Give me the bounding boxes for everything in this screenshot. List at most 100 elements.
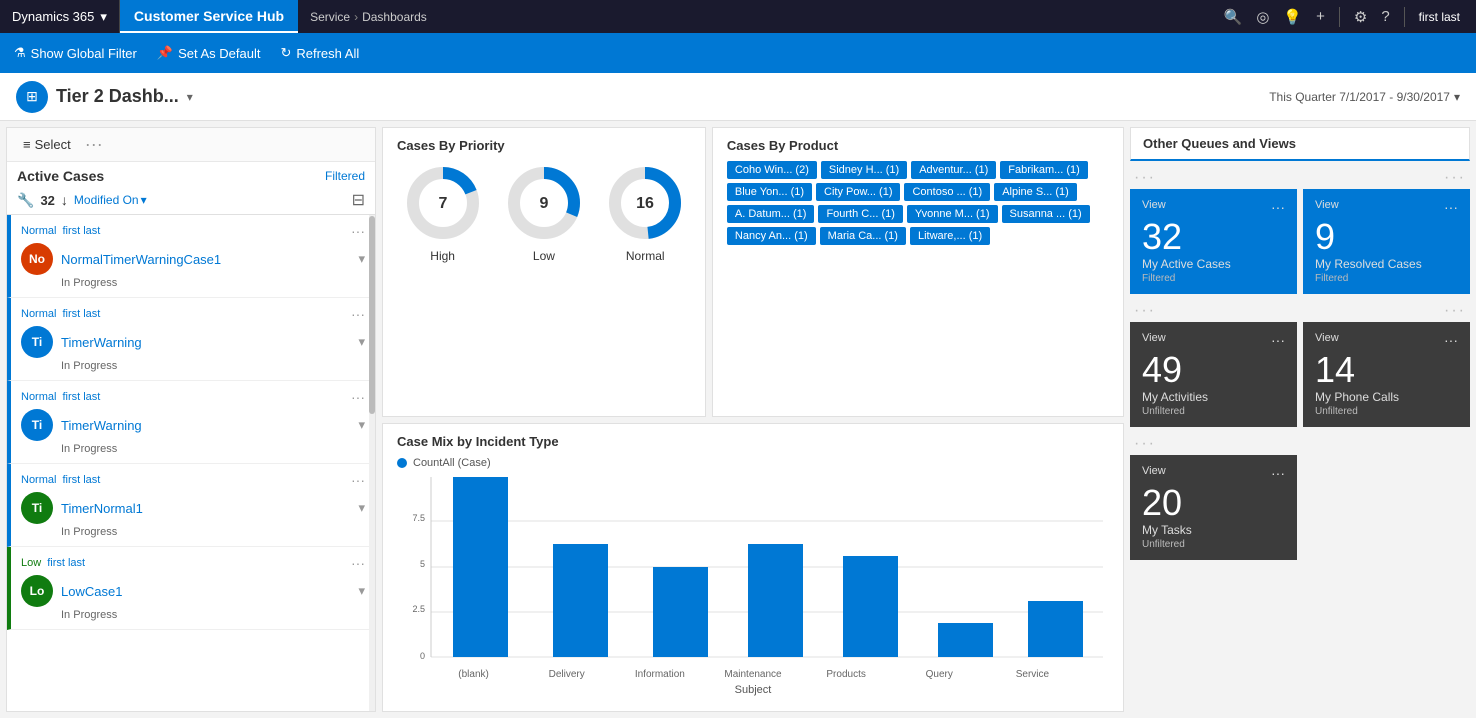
queue-more[interactable]: ··· bbox=[1444, 332, 1458, 348]
case-user[interactable]: first last bbox=[62, 391, 100, 403]
queues-header: Other Queues and Views bbox=[1130, 127, 1470, 161]
case-priority: Normal bbox=[21, 391, 56, 403]
x-label: Information bbox=[613, 669, 706, 680]
add-icon[interactable]: + bbox=[1316, 8, 1325, 25]
user-name[interactable]: first last bbox=[1419, 10, 1460, 24]
dynamics365-chevron[interactable]: ▾ bbox=[100, 9, 107, 25]
refresh-all-btn[interactable]: ↻ Refresh All bbox=[280, 45, 359, 61]
question-icon[interactable]: ? bbox=[1381, 8, 1389, 25]
product-tag[interactable]: A. Datum... (1) bbox=[727, 205, 815, 223]
product-tag[interactable]: Fourth C... (1) bbox=[818, 205, 902, 223]
priority-chart-title: Cases By Priority bbox=[397, 138, 691, 153]
case-name[interactable]: TimerNormal1 bbox=[61, 501, 350, 516]
product-tag[interactable]: Coho Win... (2) bbox=[727, 161, 817, 179]
expand-icon[interactable]: ▾ bbox=[358, 500, 365, 516]
topbar: Dynamics 365 ▾ Customer Service Hub Serv… bbox=[0, 0, 1476, 33]
cases-list: Normal first last ··· No NormalTimerWarn… bbox=[7, 215, 375, 711]
case-name[interactable]: NormalTimerWarningCase1 bbox=[61, 252, 350, 267]
nav-dashboards[interactable]: Dashboards bbox=[362, 10, 427, 24]
dots-left-2: ··· bbox=[1134, 302, 1156, 320]
case-priority: Normal bbox=[21, 308, 56, 320]
bar[interactable] bbox=[1028, 601, 1083, 657]
panel-title-row: Active Cases Filtered bbox=[7, 162, 375, 188]
case-more[interactable]: ··· bbox=[351, 389, 365, 405]
product-tag[interactable]: Adventur... (1) bbox=[911, 161, 996, 179]
bar[interactable] bbox=[553, 544, 608, 657]
set-as-default-btn[interactable]: 📌 Set As Default bbox=[157, 45, 261, 61]
case-name[interactable]: TimerWarning bbox=[61, 335, 350, 350]
legend-dot bbox=[397, 458, 407, 468]
queue-name: My Tasks bbox=[1142, 523, 1285, 537]
view-toggle[interactable]: ⊟ bbox=[352, 190, 365, 210]
case-name[interactable]: LowCase1 bbox=[61, 584, 350, 599]
queue-view[interactable]: View bbox=[1142, 199, 1166, 211]
product-tags: Coho Win... (2) Sidney H... (1) Adventur… bbox=[727, 161, 1109, 245]
right-panel: Other Queues and Views ··· ··· View ··· … bbox=[1130, 127, 1470, 712]
product-tag[interactable]: Susanna ... (1) bbox=[1002, 205, 1090, 223]
cases-by-product-chart: Cases By Product Coho Win... (2) Sidney … bbox=[712, 127, 1124, 417]
product-tag[interactable]: Blue Yon... (1) bbox=[727, 183, 812, 201]
queue-name: My Activities bbox=[1142, 390, 1285, 404]
product-tag[interactable]: Sidney H... (1) bbox=[821, 161, 907, 179]
panel-toolbar-more[interactable]: ··· bbox=[85, 134, 103, 155]
case-user[interactable]: first last bbox=[62, 308, 100, 320]
product-tag[interactable]: Fabrikam... (1) bbox=[1000, 161, 1088, 179]
queue-dots-row-2: ··· ··· bbox=[1130, 300, 1470, 322]
queue-view[interactable]: View bbox=[1315, 332, 1339, 344]
product-tag[interactable]: Nancy An... (1) bbox=[727, 227, 816, 245]
expand-icon[interactable]: ▾ bbox=[358, 583, 365, 599]
queue-more[interactable]: ··· bbox=[1271, 199, 1285, 215]
case-more[interactable]: ··· bbox=[351, 555, 365, 571]
dots-left-3: ··· bbox=[1134, 435, 1156, 453]
queue-more[interactable]: ··· bbox=[1271, 332, 1285, 348]
panel-toolbar: ≡ Select ··· bbox=[7, 128, 375, 162]
queue-view[interactable]: View bbox=[1315, 199, 1339, 211]
product-tag[interactable]: Maria Ca... (1) bbox=[820, 227, 906, 245]
donut-high: 7 High bbox=[403, 163, 483, 263]
svg-text:0: 0 bbox=[420, 651, 425, 661]
avatar: Lo bbox=[21, 575, 53, 607]
case-more[interactable]: ··· bbox=[351, 306, 365, 322]
dynamics365-nav[interactable]: Dynamics 365 ▾ bbox=[8, 0, 120, 33]
queue-more[interactable]: ··· bbox=[1444, 199, 1458, 215]
bar[interactable] bbox=[843, 556, 898, 657]
sort-arrow[interactable]: ↓ bbox=[61, 192, 68, 208]
case-user[interactable]: first last bbox=[47, 557, 85, 569]
select-btn[interactable]: ≡ Select bbox=[17, 134, 77, 155]
queue-view[interactable]: View bbox=[1142, 332, 1166, 344]
product-tag[interactable]: Contoso ... (1) bbox=[904, 183, 990, 201]
recent-icon[interactable]: ◎ bbox=[1256, 8, 1269, 26]
bar[interactable] bbox=[453, 477, 508, 657]
sort-label[interactable]: Modified On ▾ bbox=[74, 193, 147, 207]
expand-icon[interactable]: ▾ bbox=[358, 334, 365, 350]
svg-text:9: 9 bbox=[539, 195, 548, 212]
help-icon[interactable]: 💡 bbox=[1283, 8, 1302, 26]
product-tag[interactable]: City Pow... (1) bbox=[816, 183, 900, 201]
bar[interactable] bbox=[938, 623, 993, 657]
product-tag[interactable]: Yvonne M... (1) bbox=[907, 205, 998, 223]
product-tag[interactable]: Litware,... (1) bbox=[910, 227, 990, 245]
breadcrumb: Service › Dashboards bbox=[298, 10, 439, 24]
show-global-filter-btn[interactable]: ⚗ Show Global Filter bbox=[14, 45, 137, 61]
search-icon[interactable]: 🔍 bbox=[1224, 8, 1243, 26]
settings-icon[interactable]: ⚙ bbox=[1354, 8, 1367, 26]
case-more[interactable]: ··· bbox=[351, 223, 365, 239]
separator2 bbox=[1404, 7, 1405, 27]
cases-by-priority-chart: Cases By Priority 7 High bbox=[382, 127, 706, 417]
product-tag[interactable]: Alpine S... (1) bbox=[994, 183, 1077, 201]
avatar: Ti bbox=[21, 326, 53, 358]
case-user[interactable]: first last bbox=[62, 225, 100, 237]
queue-more[interactable]: ··· bbox=[1271, 465, 1285, 481]
table-row: Normal first last ··· Ti TimerWarning ▾ … bbox=[7, 381, 375, 464]
date-chevron[interactable]: ▾ bbox=[1454, 90, 1460, 104]
queue-view[interactable]: View bbox=[1142, 465, 1166, 477]
dashboard-dropdown[interactable]: ▾ bbox=[187, 90, 193, 104]
case-user[interactable]: first last bbox=[62, 474, 100, 486]
expand-icon[interactable]: ▾ bbox=[358, 251, 365, 267]
case-name[interactable]: TimerWarning bbox=[61, 418, 350, 433]
bar[interactable] bbox=[653, 567, 708, 657]
case-more[interactable]: ··· bbox=[351, 472, 365, 488]
expand-icon[interactable]: ▾ bbox=[358, 417, 365, 433]
bar[interactable] bbox=[748, 544, 803, 657]
nav-service[interactable]: Service bbox=[310, 10, 350, 24]
